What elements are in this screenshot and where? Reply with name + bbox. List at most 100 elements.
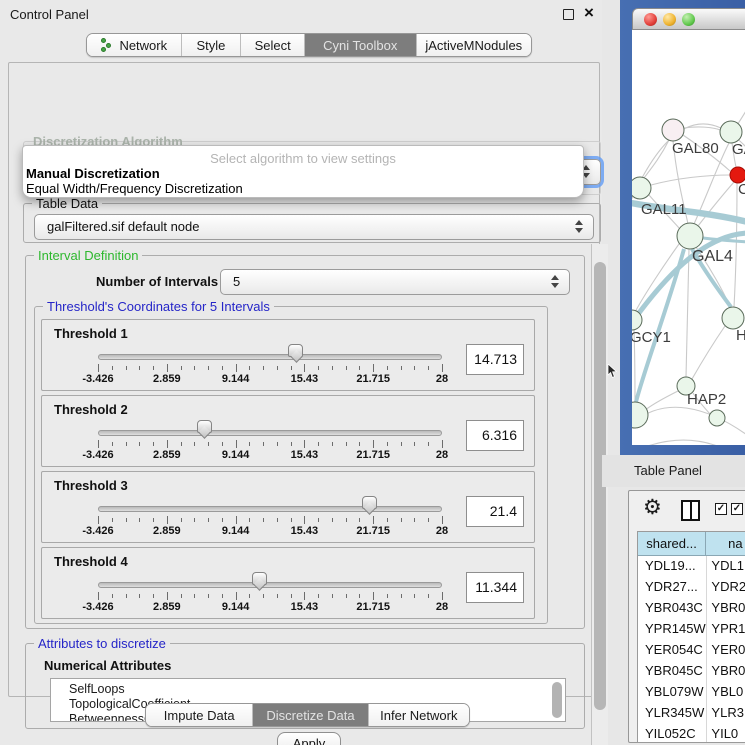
cell-name[interactable]: YER0 bbox=[707, 640, 745, 661]
node-top-right[interactable] bbox=[720, 121, 742, 143]
tab-impute-data[interactable]: Impute Data bbox=[146, 704, 252, 726]
cell-name[interactable]: YDL1 bbox=[707, 556, 745, 577]
attribute-item[interactable]: SelfLoops bbox=[69, 682, 565, 697]
threshold-4-slider-track[interactable] bbox=[98, 582, 442, 588]
cell-name[interactable]: YBL0 bbox=[707, 682, 745, 703]
threshold-1-panel: Threshold 1 -3.4262.8599.14415.4321.7152… bbox=[41, 319, 535, 391]
cell-name[interactable]: YPR1 bbox=[707, 619, 745, 640]
cell-shared-name[interactable]: YDR27... bbox=[638, 577, 707, 598]
cell-shared-name[interactable]: YPR145W bbox=[638, 619, 707, 640]
table-row[interactable]: YBR043CYBR0 bbox=[638, 598, 745, 619]
tick-mark bbox=[167, 516, 168, 524]
table-row[interactable]: YER054CYER0 bbox=[638, 640, 745, 661]
cell-shared-name[interactable]: YIL052C bbox=[638, 724, 707, 743]
threshold-2-slider-handle[interactable] bbox=[197, 420, 212, 433]
threshold-1-slider-handle[interactable] bbox=[288, 344, 303, 357]
tick-mark bbox=[181, 442, 182, 446]
tab-style[interactable]: Style bbox=[181, 34, 241, 56]
threshold-3-value-field[interactable]: 21.4 bbox=[466, 496, 524, 527]
columns-icon[interactable] bbox=[681, 500, 700, 521]
column-header-name[interactable]: na bbox=[706, 532, 745, 555]
column-header-shared-name[interactable]: shared... bbox=[638, 532, 706, 555]
slider-ticks bbox=[98, 592, 442, 600]
thresholds-group-label: Threshold's Coordinates for 5 Intervals bbox=[43, 299, 274, 314]
scale-label: 28 bbox=[436, 525, 448, 537]
tick-mark bbox=[236, 516, 237, 524]
scale-label: 2.859 bbox=[153, 373, 181, 385]
tab-jactivemnodules[interactable]: jActiveMNodules bbox=[416, 34, 531, 56]
cell-name[interactable]: YBR0 bbox=[707, 661, 745, 682]
cell-shared-name[interactable]: YBL079W bbox=[638, 682, 707, 703]
tick-mark bbox=[98, 440, 99, 448]
scale-label: 9.144 bbox=[222, 373, 250, 385]
cell-shared-name[interactable]: YBR045C bbox=[638, 661, 707, 682]
threshold-1-slider-track[interactable] bbox=[98, 354, 442, 360]
gear-icon[interactable]: ⚙ bbox=[643, 497, 662, 519]
threshold-4-slider-handle[interactable] bbox=[252, 572, 267, 585]
threshold-3-slider-track[interactable] bbox=[98, 506, 442, 512]
table-row[interactable]: YIL052CYIL0 bbox=[638, 724, 745, 743]
tab-infer-network[interactable]: Infer Network bbox=[368, 704, 469, 726]
threshold-2-slider-track[interactable] bbox=[98, 430, 442, 436]
node-gal4[interactable] bbox=[677, 223, 703, 249]
scale-label: 28 bbox=[436, 449, 448, 461]
threshold-3-panel: Threshold 3 -3.4262.8599.14415.4321.7152… bbox=[41, 471, 535, 543]
table-data-combobox[interactable]: galFiltered.sif default node bbox=[34, 214, 594, 240]
table-row[interactable]: YDR27...YDR2 bbox=[638, 577, 745, 598]
node-right[interactable] bbox=[722, 307, 744, 329]
tab-cyni-toolbox[interactable]: Cyni Toolbox bbox=[304, 34, 416, 56]
table-row[interactable]: YBL079WYBL0 bbox=[638, 682, 745, 703]
node-bottom-left[interactable] bbox=[632, 402, 648, 428]
tick-mark bbox=[304, 592, 305, 600]
node-gal80[interactable] bbox=[662, 119, 684, 141]
apply-button[interactable]: Apply bbox=[277, 732, 341, 745]
table-row[interactable]: YDL19...YDL1 bbox=[638, 556, 745, 577]
tick-mark bbox=[304, 516, 305, 524]
window-zoom-icon[interactable] bbox=[682, 13, 695, 26]
dropdown-hint: Select algorithm to view settings bbox=[23, 146, 583, 166]
tick-mark bbox=[318, 594, 319, 598]
table-row[interactable]: YPR145WYPR1 bbox=[638, 619, 745, 640]
tab-infer-label: Infer Network bbox=[380, 708, 457, 723]
cell-name[interactable]: YLR3 bbox=[707, 703, 745, 724]
close-icon[interactable]: × bbox=[584, 3, 594, 23]
table-row[interactable]: YLR345WYLR3 bbox=[638, 703, 745, 724]
checkbox-icon[interactable]: ✓ bbox=[731, 503, 743, 515]
tick-mark bbox=[139, 366, 140, 370]
cell-shared-name[interactable]: YLR345W bbox=[638, 703, 707, 724]
dropdown-option-manual[interactable]: Manual Discretization bbox=[23, 166, 583, 181]
threshold-1-value-field[interactable]: 14.713 bbox=[466, 344, 524, 375]
cell-shared-name[interactable]: YER054C bbox=[638, 640, 707, 661]
checkbox-icon[interactable]: ✓ bbox=[715, 503, 727, 515]
list-scrollbar[interactable] bbox=[552, 682, 562, 718]
tab-discretize-data[interactable]: Discretize Data bbox=[252, 704, 367, 726]
tick-mark bbox=[442, 516, 443, 524]
tab-network[interactable]: Network bbox=[87, 34, 181, 56]
window-minimize-icon[interactable] bbox=[663, 13, 676, 26]
tick-mark bbox=[318, 366, 319, 370]
cell-name[interactable]: YDR2 bbox=[707, 577, 745, 598]
node-gal11[interactable] bbox=[632, 177, 651, 199]
network-canvas[interactable]: GAL80 GA C GAL11 GAL4 GCY1 H HAP2 bbox=[632, 30, 745, 445]
threshold-2-value-field[interactable]: 6.316 bbox=[466, 420, 524, 451]
threshold-4-panel: Threshold 4 -3.4262.8599.14415.4321.7152… bbox=[41, 547, 535, 619]
window-close-icon[interactable] bbox=[644, 13, 657, 26]
cell-shared-name[interactable]: YDL19... bbox=[638, 556, 707, 577]
number-of-intervals-combobox[interactable]: 5 bbox=[220, 269, 570, 295]
tick-mark bbox=[414, 366, 415, 370]
panel-vertical-scrollbar[interactable] bbox=[591, 244, 608, 745]
tick-mark bbox=[277, 366, 278, 370]
tick-mark bbox=[126, 442, 127, 446]
tick-mark bbox=[194, 442, 195, 446]
slider-scale-labels: -3.4262.8599.14415.4321.71528 bbox=[98, 525, 442, 538]
threshold-4-value-field[interactable]: 11.344 bbox=[466, 572, 524, 603]
float-window-icon[interactable] bbox=[563, 9, 574, 20]
dropdown-option-equal-width[interactable]: Equal Width/Frequency Discretization bbox=[23, 181, 583, 196]
node-bottom-small[interactable] bbox=[709, 410, 725, 426]
table-row[interactable]: YBR045CYBR0 bbox=[638, 661, 745, 682]
tab-select[interactable]: Select bbox=[240, 34, 304, 56]
cell-name[interactable]: YBR0 bbox=[707, 598, 745, 619]
cell-name[interactable]: YIL0 bbox=[707, 724, 745, 743]
threshold-3-slider-handle[interactable] bbox=[362, 496, 377, 509]
cell-shared-name[interactable]: YBR043C bbox=[638, 598, 707, 619]
